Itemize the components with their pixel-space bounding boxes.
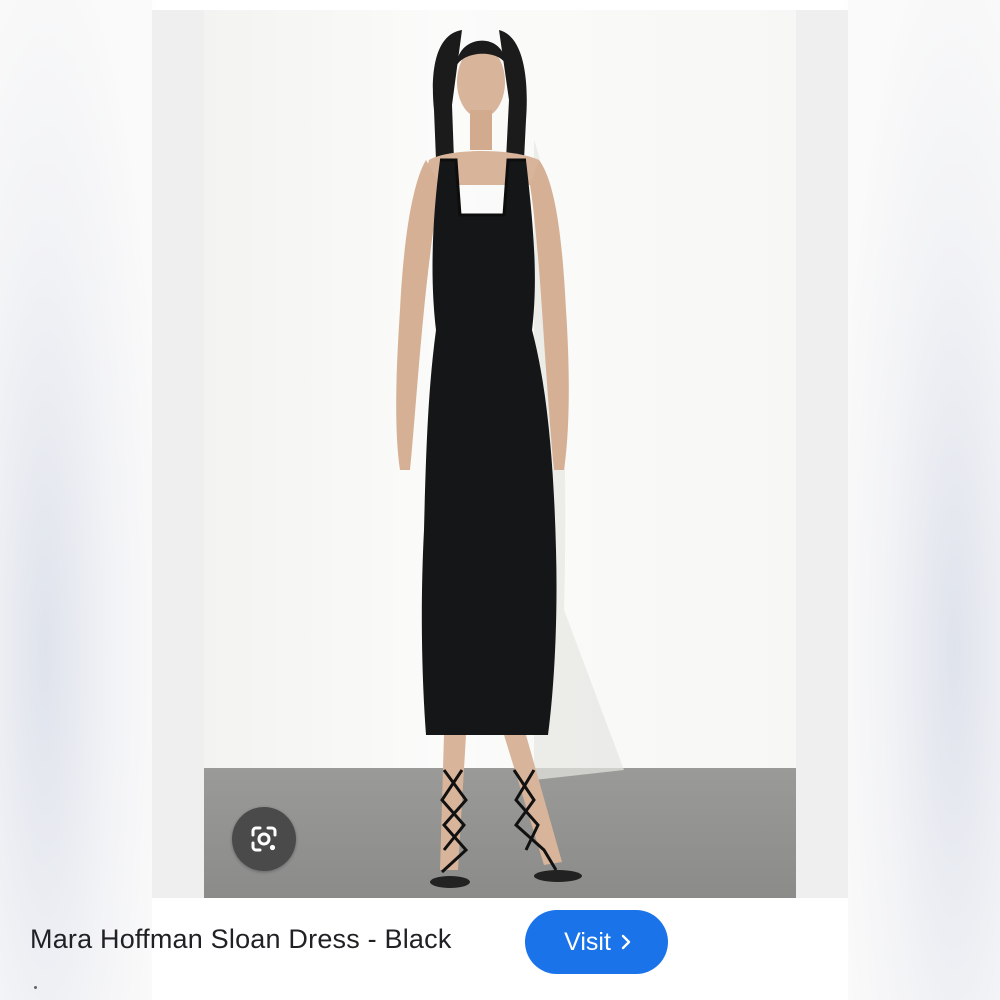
background-blur-right: [848, 0, 1000, 1000]
product-image[interactable]: [204, 10, 796, 898]
photo-margin-right: [796, 10, 848, 898]
visit-label: Visit: [564, 927, 611, 956]
chevron-right-icon: [619, 933, 633, 951]
caption-dot: [34, 986, 37, 989]
google-lens-button[interactable]: [232, 807, 296, 871]
background-blur-left: [0, 0, 152, 1000]
model-figure: [396, 30, 624, 888]
photo-margin-left: [152, 10, 204, 898]
google-lens-icon: [251, 826, 277, 852]
product-card[interactable]: [152, 10, 848, 1000]
visit-button[interactable]: Visit: [525, 910, 668, 974]
product-title[interactable]: Mara Hoffman Sloan Dress - Black: [30, 924, 452, 955]
